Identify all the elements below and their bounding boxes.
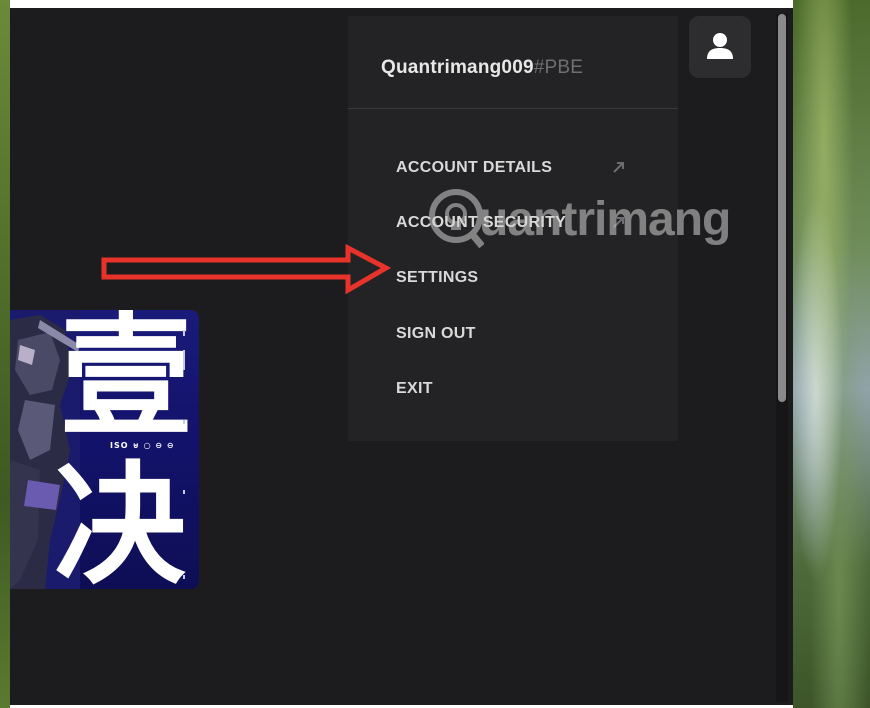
menu-item-exit[interactable]: EXIT <box>396 375 636 405</box>
card-glyph-bottom: 决 <box>54 449 186 589</box>
background-desktop-photo <box>793 0 870 708</box>
menu-header: Quantrimang009#PBE <box>348 16 678 109</box>
menu-item-account-details[interactable]: ACCOUNT DETAILS <box>396 154 636 184</box>
account-username: Quantrimang009#PBE <box>381 57 584 78</box>
external-link-icon <box>613 217 624 228</box>
menu-item-label: SETTINGS <box>396 269 479 286</box>
client-window: 壹 ISO ⊍ ○ ⊖ ⊖ 决 Quantrimang009#PBE ACCOU… <box>10 8 793 705</box>
scrollbar[interactable] <box>776 14 788 702</box>
menu-item-label: ACCOUNT DETAILS <box>396 159 553 176</box>
account-dropdown-menu: Quantrimang009#PBE ACCOUNT DETAILS ACCOU… <box>348 16 678 441</box>
menu-item-label: EXIT <box>396 380 433 397</box>
background-left-edge <box>0 0 10 708</box>
user-icon <box>707 33 733 59</box>
featured-card[interactable]: 壹 ISO ⊍ ○ ⊖ ⊖ 决 <box>10 310 199 589</box>
menu-item-sign-out[interactable]: SIGN OUT <box>396 320 636 350</box>
menu-item-label: SIGN OUT <box>396 325 476 342</box>
account-tag: #PBE <box>533 57 584 78</box>
card-glyph-top: 壹 <box>60 310 192 455</box>
annotation-arrow <box>101 243 392 295</box>
profile-button[interactable] <box>689 16 751 78</box>
menu-item-settings[interactable]: SETTINGS <box>396 264 636 294</box>
menu-item-account-security[interactable]: ACCOUNT SECURITY <box>396 209 636 239</box>
scrollbar-thumb[interactable] <box>778 14 786 402</box>
card-scale-marks <box>183 330 185 579</box>
menu-item-label: ACCOUNT SECURITY <box>396 214 567 231</box>
external-link-icon <box>613 162 624 173</box>
